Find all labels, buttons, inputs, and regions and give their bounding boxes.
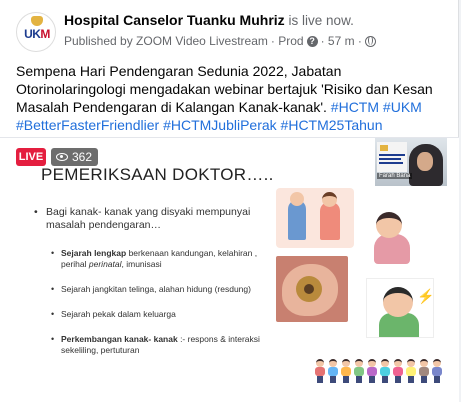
- time-ago[interactable]: · 57 m ·: [321, 34, 362, 48]
- hashtag-link[interactable]: #HCTM25Tahun: [281, 117, 383, 133]
- slide-sub-item: Sejarah pekak dalam keluarga: [51, 309, 264, 320]
- hashtag-link[interactable]: #BetterFasterFriendlier: [16, 117, 159, 133]
- children-row-illustration: [314, 359, 454, 385]
- slide-sub-item: Sejarah jangkitan telinga, alahan hidung…: [51, 284, 264, 295]
- help-icon[interactable]: ?: [306, 35, 318, 47]
- hashtag-link[interactable]: #HCTMJubliPerak: [163, 117, 277, 133]
- published-by-text: Published by ZOOM Video Livestream: [64, 34, 268, 48]
- post-card: UKM Hospital Canselor Tuanku Muhriz is l…: [0, 0, 459, 402]
- page-name-link[interactable]: Hospital Canselor Tuanku Muhriz: [64, 12, 285, 28]
- post-caption: Sempena Hari Pendengaran Sedunia 2022, J…: [16, 62, 448, 134]
- presenter-name: Farah Bana: [377, 173, 413, 179]
- viewer-count-badge: 362: [51, 148, 99, 166]
- eye-icon: [56, 153, 68, 161]
- presenter-webcam: Farah Bana: [375, 138, 447, 186]
- live-badge: LIVE: [16, 148, 46, 166]
- slide-sub-item: Sejarah lengkap berkenaan kandungan, kel…: [51, 248, 264, 270]
- live-video-player[interactable]: PEMERIKSAAN DOKTOR….. Bagi kanak- kanak …: [0, 137, 459, 402]
- hashtag-link[interactable]: #UKM: [383, 99, 422, 115]
- ear-closeup-image: [276, 256, 348, 322]
- slide-title: PEMERIKSAAN DOKTOR…..: [41, 165, 274, 184]
- slide-body: Bagi kanak- kanak yang disyaki mempunyai…: [34, 206, 264, 370]
- doctor-consultation-illustration: [276, 188, 354, 248]
- globe-icon: [364, 35, 376, 47]
- post-meta-line: Published by ZOOM Video Livestream · Pro…: [64, 34, 376, 48]
- slide-sub-item: Perkembangan kanak- kanak :- respons & i…: [51, 334, 264, 356]
- ukm-logo-icon: [31, 16, 43, 26]
- page-avatar[interactable]: UKM: [16, 12, 56, 52]
- earache-child-illustration: ⚡: [366, 278, 434, 338]
- post-title-line: Hospital Canselor Tuanku Muhriz is live …: [64, 12, 354, 28]
- audience-label: · Prod: [270, 34, 304, 48]
- viewer-count: 362: [72, 150, 93, 164]
- hashtag-link[interactable]: #HCTM: [331, 99, 379, 115]
- ukm-banner-icon: [377, 142, 407, 172]
- avatar-logo-text: UKM: [24, 27, 50, 41]
- mother-child-illustration: [362, 208, 420, 264]
- slide-main-bullet: Bagi kanak- kanak yang disyaki mempunyai…: [34, 206, 264, 232]
- slide-sub-list: Sejarah lengkap berkenaan kandungan, kel…: [51, 248, 264, 356]
- post-header: UKM Hospital Canselor Tuanku Muhriz is l…: [16, 10, 456, 56]
- live-status-text: is live now.: [288, 13, 354, 28]
